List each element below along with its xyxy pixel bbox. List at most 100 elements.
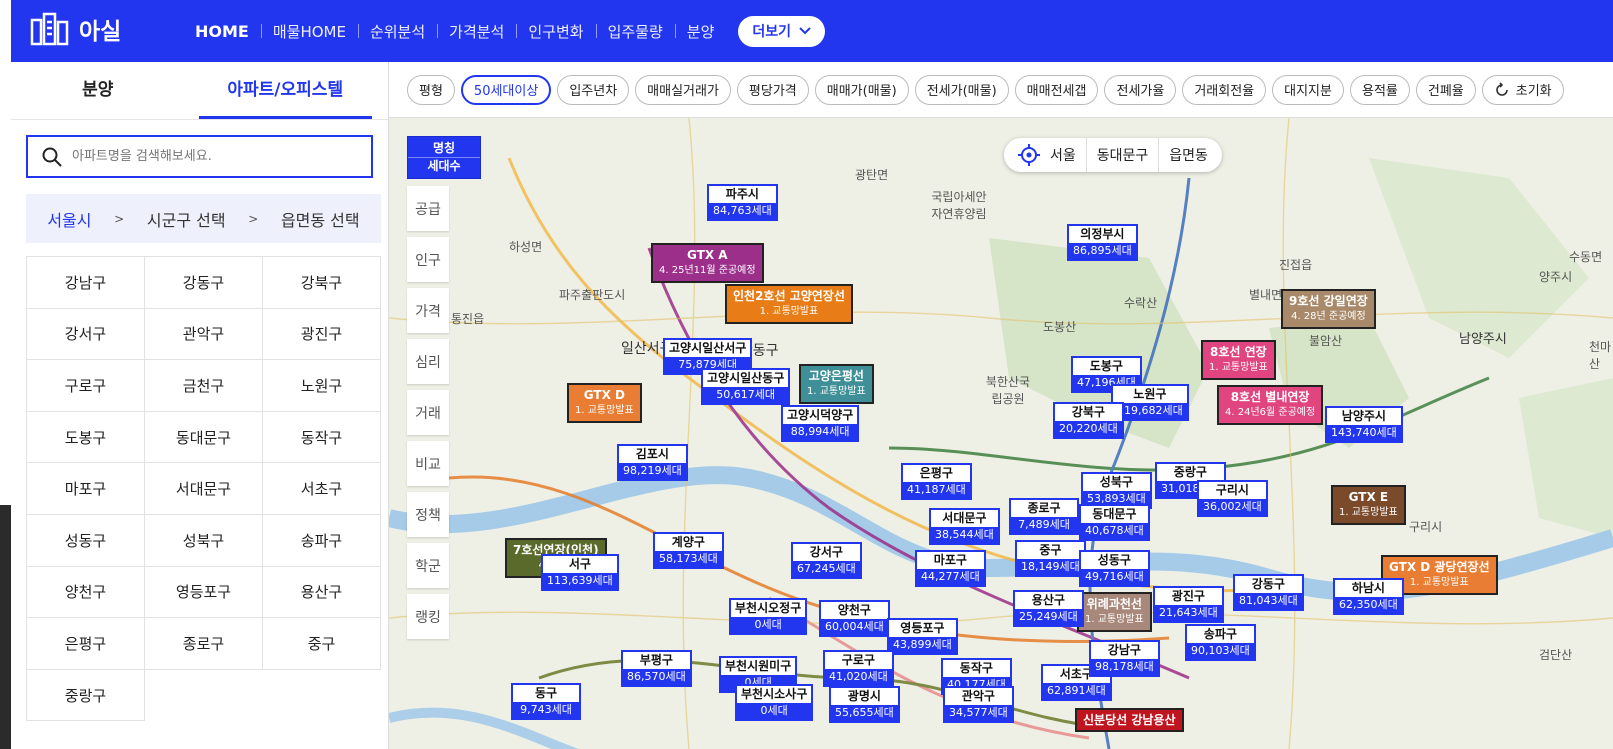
map-tool-button[interactable]: 공급 bbox=[407, 186, 449, 231]
nav-presale[interactable]: 분양 bbox=[674, 21, 727, 42]
region-marker[interactable]: 파주시 84,763세대 bbox=[707, 184, 778, 221]
region-marker[interactable]: 양천구 60,004세대 bbox=[819, 600, 890, 637]
region-marker[interactable]: 광명시 55,655세대 bbox=[829, 686, 900, 723]
filter-chip[interactable]: 거래회전율 bbox=[1182, 74, 1267, 105]
district-item[interactable]: 양천구 bbox=[27, 566, 145, 619]
region-marker[interactable]: 서대문구 38,544세대 bbox=[929, 508, 1000, 545]
district-item[interactable]: 강서구 bbox=[27, 308, 145, 361]
filter-chip[interactable]: 매매전세갭 bbox=[1014, 74, 1099, 105]
district-item[interactable]: 금천구 bbox=[145, 360, 263, 412]
transit-line-badge[interactable]: 8호선 연장 1. 교통망발표 bbox=[1201, 340, 1276, 380]
filter-chip[interactable]: 전세가율 bbox=[1104, 74, 1177, 105]
filter-chip[interactable]: 건폐율 bbox=[1415, 74, 1476, 105]
region-marker[interactable]: 용산구 25,249세대 bbox=[1013, 590, 1084, 627]
transit-line-badge[interactable]: GTX A 4. 25년11월 준공예정 bbox=[651, 243, 764, 283]
region-marker[interactable]: 송파구 90,103세대 bbox=[1185, 624, 1256, 661]
search-box[interactable] bbox=[26, 135, 373, 178]
region-marker[interactable]: 마포구 44,277세대 bbox=[915, 550, 986, 587]
region-marker[interactable]: 강남구 98,178세대 bbox=[1089, 640, 1160, 677]
map-tool-button[interactable]: 랭킹 bbox=[407, 594, 449, 639]
region-marker[interactable]: 고양시일산동구 50,617세대 bbox=[701, 368, 791, 405]
nav-home[interactable]: HOME bbox=[183, 22, 261, 41]
district-item[interactable]: 은평구 bbox=[27, 618, 145, 670]
region-marker[interactable]: 성동구 49,716세대 bbox=[1079, 550, 1150, 587]
district-item[interactable]: 성북구 bbox=[145, 514, 263, 567]
district-item[interactable]: 구로구 bbox=[27, 360, 145, 412]
breadcrumb-city[interactable]: 서울시 bbox=[47, 207, 91, 231]
region-marker[interactable]: 강북구 20,220세대 bbox=[1053, 402, 1124, 439]
district-item[interactable]: 강남구 bbox=[27, 257, 145, 309]
region-marker[interactable]: 영등포구 43,899세대 bbox=[887, 618, 958, 655]
region-marker[interactable]: 동구 9,743세대 bbox=[511, 683, 581, 720]
filter-chip[interactable]: 50세대이상 bbox=[460, 74, 552, 105]
breadcrumb-dong[interactable]: 읍면동 선택 bbox=[281, 207, 360, 231]
district-item[interactable]: 중랑구 bbox=[27, 669, 145, 722]
district-item[interactable]: 도봉구 bbox=[27, 411, 145, 464]
district-item[interactable]: 광진구 bbox=[263, 308, 381, 361]
nav-supply[interactable]: 입주물량 bbox=[595, 21, 675, 42]
transit-line-badge[interactable]: 고양은평선 1. 교통망발표 bbox=[799, 364, 874, 404]
region-marker[interactable]: 구로구 41,020세대 bbox=[823, 650, 894, 687]
district-item[interactable]: 강북구 bbox=[263, 257, 381, 309]
region-marker[interactable]: 광진구 21,643세대 bbox=[1153, 586, 1224, 623]
filter-chip[interactable]: 매매가(매물) bbox=[814, 74, 909, 105]
region-marker[interactable]: 강동구 81,043세대 bbox=[1233, 574, 1304, 611]
nav-listing-home[interactable]: 매물HOME bbox=[260, 21, 358, 42]
map-tool-button[interactable]: 인구 bbox=[407, 237, 449, 282]
transit-line-badge[interactable]: 8호선 별내연장 4. 24년6월 준공예정 bbox=[1217, 385, 1324, 425]
logo[interactable]: 아실 bbox=[29, 12, 121, 46]
filter-chip[interactable]: 평형 bbox=[407, 74, 455, 105]
transit-line-badge[interactable]: GTX E 1. 교통망발표 bbox=[1331, 485, 1406, 525]
district-item[interactable]: 노원구 bbox=[263, 360, 381, 412]
filter-chip[interactable]: 입주년차 bbox=[557, 74, 630, 105]
district-item[interactable]: 서초구 bbox=[263, 463, 381, 515]
region-marker[interactable]: 부평구 86,570세대 bbox=[621, 650, 692, 687]
region-marker[interactable]: 은평구 41,187세대 bbox=[901, 463, 972, 500]
region-marker[interactable]: 부천시소사구 0세대 bbox=[735, 684, 814, 721]
district-item[interactable]: 중구 bbox=[263, 618, 381, 670]
district-item[interactable]: 송파구 bbox=[263, 514, 381, 567]
map-tool-button[interactable]: 가격 bbox=[407, 288, 449, 333]
filter-chip[interactable]: 용적률 bbox=[1349, 74, 1410, 105]
transit-line-badge[interactable]: 신분당선 강남용산 bbox=[1075, 708, 1184, 732]
filter-chip[interactable]: 매매실거래가 bbox=[635, 74, 731, 105]
region-marker[interactable]: 강서구 67,245세대 bbox=[791, 542, 862, 579]
nav-rank[interactable]: 순위분석 bbox=[357, 21, 437, 42]
location-city[interactable]: 서울 bbox=[1050, 145, 1076, 165]
district-item[interactable]: 용산구 bbox=[263, 566, 381, 619]
location-district[interactable]: 동대문구 bbox=[1097, 145, 1149, 165]
map-tool-button[interactable]: 정책 bbox=[407, 492, 449, 537]
filter-chip[interactable]: 평당가격 bbox=[736, 74, 809, 105]
district-item[interactable]: 영등포구 bbox=[145, 566, 263, 619]
filter-chip[interactable]: 대지지분 bbox=[1272, 74, 1344, 105]
transit-line-badge[interactable]: 9호선 강일연장 4. 28년 준공예정 bbox=[1281, 289, 1376, 329]
district-item[interactable]: 동대문구 bbox=[145, 411, 263, 464]
reset-button[interactable]: 초기화 bbox=[1481, 74, 1564, 105]
nav-price[interactable]: 가격분석 bbox=[437, 21, 516, 42]
tab-apartment[interactable]: 아파트/오피스텔 bbox=[198, 62, 372, 119]
map-tool-button[interactable]: 심리 bbox=[407, 339, 449, 384]
region-marker[interactable]: 부천시오정구 0세대 bbox=[729, 598, 808, 635]
more-button[interactable]: 더보기 bbox=[738, 15, 826, 47]
district-item[interactable]: 서대문구 bbox=[145, 463, 263, 515]
district-item[interactable]: 마포구 bbox=[27, 463, 145, 515]
region-marker[interactable]: 구리시 36,002세대 bbox=[1197, 480, 1268, 517]
district-item[interactable]: 종로구 bbox=[145, 618, 263, 670]
map-tool-button[interactable]: 비교 bbox=[407, 441, 449, 486]
district-item[interactable]: 관악구 bbox=[145, 308, 263, 361]
region-marker[interactable]: 계양구 58,173세대 bbox=[653, 532, 724, 569]
region-marker[interactable]: 남양주시 143,740세대 bbox=[1325, 406, 1403, 443]
location-dong[interactable]: 읍면동 bbox=[1169, 145, 1208, 165]
region-marker[interactable]: 동대문구 40,678세대 bbox=[1079, 504, 1150, 541]
transit-line-badge[interactable]: GTX D 1. 교통망발표 bbox=[567, 383, 642, 423]
transit-line-badge[interactable]: 인천2호선 고양연장선 1. 교통망발표 bbox=[725, 284, 853, 324]
district-item[interactable]: 성동구 bbox=[27, 514, 145, 567]
region-marker[interactable]: 관악구 34,577세대 bbox=[943, 686, 1014, 723]
nav-population[interactable]: 인구변화 bbox=[516, 21, 595, 42]
region-marker[interactable]: 고양시덕양구 88,994세대 bbox=[781, 405, 860, 442]
region-marker[interactable]: 김포시 98,219세대 bbox=[617, 444, 688, 481]
region-marker[interactable]: 하남시 62,350세대 bbox=[1333, 578, 1404, 615]
filter-chip[interactable]: 전세가(매물) bbox=[914, 74, 1009, 105]
crosshair-icon[interactable] bbox=[1018, 144, 1040, 166]
search-input[interactable] bbox=[72, 149, 352, 164]
